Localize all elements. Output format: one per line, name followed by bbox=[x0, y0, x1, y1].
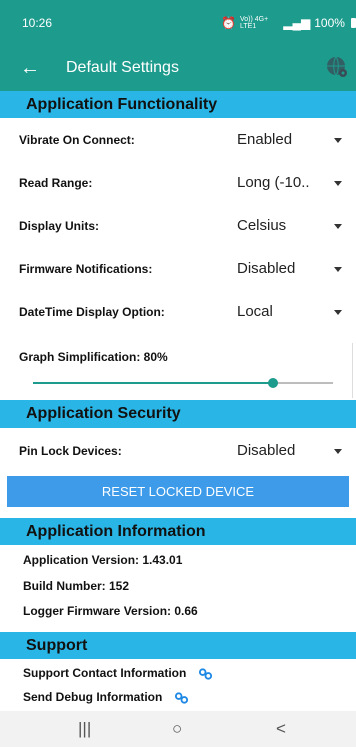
dropdown-caret-icon[interactable] bbox=[334, 310, 342, 315]
signal-bars-icon: ▂▄▆ bbox=[283, 16, 311, 30]
status-bar: 10:26 ⏰ Vo)) 4G+ LTE1 ▂▄▆ 100% bbox=[0, 0, 356, 46]
signal-text: Vo)) 4G+ LTE1 bbox=[239, 16, 269, 30]
home-icon[interactable]: ○ bbox=[172, 719, 182, 739]
dropdown-caret-icon[interactable] bbox=[334, 138, 342, 143]
build-number: Build Number: 152 bbox=[23, 579, 130, 593]
section-functionality: Application Functionality bbox=[0, 91, 356, 118]
setting-value[interactable]: Celsius bbox=[237, 217, 286, 234]
link-icon[interactable] bbox=[198, 668, 213, 680]
dropdown-caret-icon[interactable] bbox=[334, 267, 342, 272]
dropdown-caret-icon[interactable] bbox=[334, 224, 342, 229]
setting-label: Firmware Notifications: bbox=[19, 262, 153, 276]
setting-row-pin-lock[interactable]: Pin Lock Devices: Disabled bbox=[0, 431, 356, 474]
support-contact-link[interactable]: Support Contact Information bbox=[23, 666, 213, 680]
section-support: Support bbox=[0, 632, 356, 659]
setting-row-datetime[interactable]: DateTime Display Option: Local bbox=[0, 292, 356, 335]
setting-value[interactable]: Long (-10.. bbox=[237, 174, 310, 191]
setting-label: Display Units: bbox=[19, 219, 100, 233]
page-title: Default Settings bbox=[66, 59, 179, 76]
setting-row-vibrate[interactable]: Vibrate On Connect: Enabled bbox=[0, 120, 356, 163]
setting-label: Pin Lock Devices: bbox=[19, 444, 122, 458]
setting-value[interactable]: Enabled bbox=[237, 131, 292, 148]
slider-thumb[interactable] bbox=[268, 378, 278, 388]
setting-label: Read Range: bbox=[19, 176, 93, 190]
globe-gear-icon[interactable] bbox=[325, 55, 349, 79]
battery-icon bbox=[350, 18, 356, 28]
support-contact-label: Support Contact Information bbox=[23, 666, 187, 680]
send-debug-link[interactable]: Send Debug Information bbox=[23, 690, 189, 704]
dropdown-caret-icon[interactable] bbox=[334, 449, 342, 454]
section-information: Application Information bbox=[0, 518, 356, 545]
graph-simplification-label: Graph Simplification: 80% bbox=[19, 350, 168, 364]
section-security: Application Security bbox=[0, 400, 356, 428]
status-time: 10:26 bbox=[22, 16, 53, 30]
back-arrow-icon[interactable]: ← bbox=[20, 56, 40, 80]
link-icon[interactable] bbox=[174, 692, 189, 704]
setting-label: DateTime Display Option: bbox=[19, 305, 165, 319]
dropdown-caret-icon[interactable] bbox=[334, 181, 342, 186]
setting-value[interactable]: Local bbox=[237, 303, 273, 320]
logger-firmware-version: Logger Firmware Version: 0.66 bbox=[23, 604, 198, 618]
send-debug-label: Send Debug Information bbox=[23, 690, 163, 704]
setting-label: Vibrate On Connect: bbox=[19, 133, 135, 147]
reset-locked-device-button[interactable]: RESET LOCKED DEVICE bbox=[7, 476, 349, 507]
setting-value[interactable]: Disabled bbox=[237, 442, 295, 459]
recent-apps-icon[interactable]: ||| bbox=[78, 719, 91, 739]
setting-row-firmware-notifications[interactable]: Firmware Notifications: Disabled bbox=[0, 249, 356, 292]
application-version: Application Version: 1.43.01 bbox=[23, 553, 183, 567]
battery-percent: 100% bbox=[314, 16, 345, 30]
alarm-icon: ⏰ bbox=[221, 16, 236, 30]
status-indicators: ⏰ Vo)) 4G+ LTE1 ▂▄▆ 100% bbox=[221, 16, 356, 30]
back-nav-icon[interactable]: < bbox=[276, 719, 286, 739]
setting-row-read-range[interactable]: Read Range: Long (-10.. bbox=[0, 163, 356, 206]
slider-fill bbox=[33, 382, 273, 384]
section-divider bbox=[352, 343, 353, 398]
setting-value[interactable]: Disabled bbox=[237, 260, 295, 277]
graph-simplification-slider[interactable] bbox=[33, 373, 333, 393]
system-nav-bar: ||| ○ < bbox=[0, 711, 356, 747]
setting-row-display-units[interactable]: Display Units: Celsius bbox=[0, 206, 356, 249]
app-toolbar: ← Default Settings bbox=[0, 46, 356, 91]
